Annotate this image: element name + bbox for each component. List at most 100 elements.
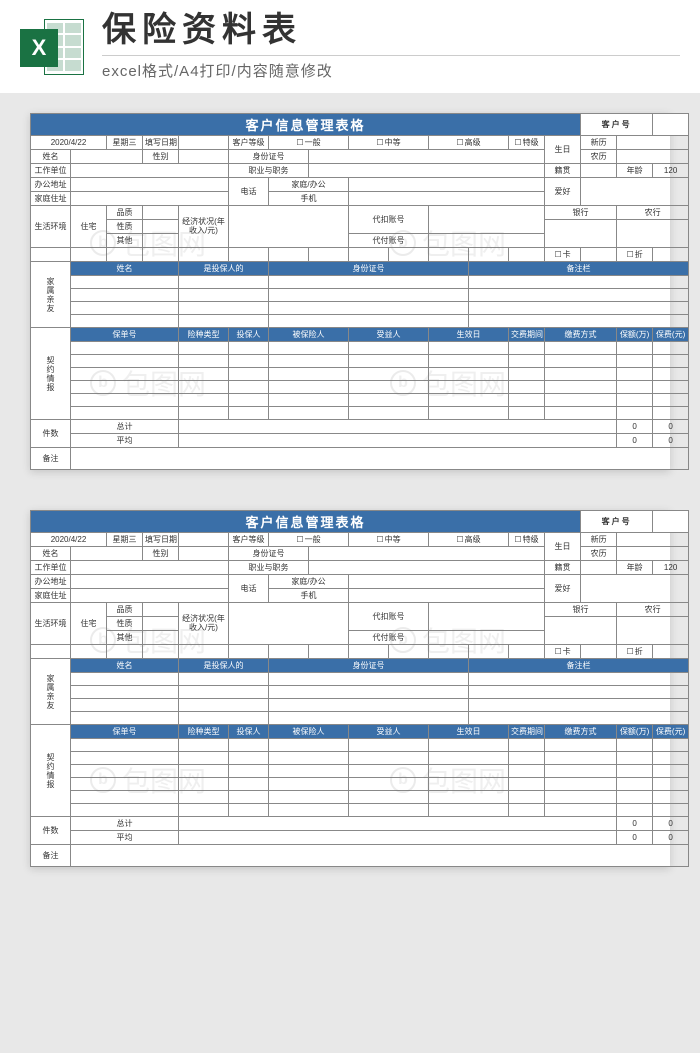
contract-c4: 被保险人: [269, 328, 349, 342]
count-label: 件数: [31, 420, 71, 448]
contract-row[interactable]: [31, 381, 689, 394]
weekday-value: 星期三: [107, 136, 143, 150]
contract-row[interactable]: [31, 355, 689, 368]
hobby-label: 爱好: [545, 178, 581, 206]
quality-value[interactable]: [143, 206, 179, 220]
id-label: 身份证号: [229, 150, 309, 164]
home-addr-value[interactable]: [71, 192, 229, 206]
contract-row[interactable]: [31, 368, 689, 381]
native-label: 籍贯: [545, 164, 581, 178]
family-row[interactable]: [31, 302, 689, 315]
family-row[interactable]: [31, 276, 689, 289]
life-env-label: 生活环境: [31, 206, 71, 248]
contract-c8: 缴费方式: [545, 328, 617, 342]
nature-label: 性质: [107, 220, 143, 234]
preview-stage: b包图网 b包图网 b包图网 b包图网 客户信息管理表格 客户号 2020/4/…: [0, 93, 700, 897]
remark-value[interactable]: [71, 448, 689, 470]
native-value[interactable]: [581, 164, 617, 178]
customer-no-value[interactable]: [653, 114, 689, 136]
office-addr-label: 办公地址: [31, 178, 71, 192]
family-row[interactable]: [31, 315, 689, 328]
level-1[interactable]: 一般: [269, 136, 349, 150]
work-unit-value[interactable]: [71, 164, 229, 178]
sheet-preview-1: b包图网 b包图网 b包图网 b包图网 客户信息管理表格 客户号 2020/4/…: [30, 113, 670, 470]
contract-c3: 投保人: [229, 328, 269, 342]
nonghang-value[interactable]: [617, 220, 689, 248]
page-title: 保险资料表: [102, 12, 680, 49]
bank-label: 银行: [545, 206, 617, 220]
total-amount: 0: [617, 420, 653, 434]
total-label: 总计: [71, 420, 179, 434]
birthday-label: 生日: [545, 136, 581, 164]
page-header: X 保险资料表 excel格式/A4打印/内容随意修改: [0, 0, 700, 93]
withhold-value[interactable]: [429, 206, 545, 234]
home-addr-label: 家庭住址: [31, 192, 71, 206]
form-title: 客户信息管理表格: [31, 114, 581, 136]
job-duty-label: 职业与职务: [229, 164, 309, 178]
house-label: 住宅: [71, 206, 107, 248]
solar-value[interactable]: [617, 136, 689, 150]
lunar-value[interactable]: [617, 150, 689, 164]
zhe-checkbox[interactable]: 折: [617, 248, 653, 262]
card-checkbox[interactable]: 卡: [545, 248, 581, 262]
level-2[interactable]: 中等: [349, 136, 429, 150]
lunar-label: 农历: [581, 150, 617, 164]
phone-label: 电话: [229, 178, 269, 206]
family-h2: 是投保人的: [179, 262, 269, 276]
work-unit-label: 工作单位: [31, 164, 71, 178]
family-h4: 备注栏: [469, 262, 689, 276]
family-h1: 姓名: [71, 262, 179, 276]
customer-no-label: 客户号: [581, 114, 653, 136]
contract-row[interactable]: [31, 407, 689, 420]
hobby-value[interactable]: [581, 178, 689, 206]
fill-date-value[interactable]: [179, 136, 229, 150]
contract-c9: 保额(万): [617, 328, 653, 342]
contract-c1: 保单号: [71, 328, 179, 342]
withhold-label: 代扣账号: [349, 206, 429, 234]
bank-value[interactable]: [545, 220, 617, 248]
other-label: 其他: [107, 234, 143, 248]
nonghang-label: 农行: [617, 206, 689, 220]
home-office-value[interactable]: [349, 178, 545, 192]
name-value[interactable]: [71, 150, 143, 164]
job-duty-value[interactable]: [309, 164, 545, 178]
form-table: 客户信息管理表格 客户号 2020/4/22 星期三 填写日期 客户等级 一般 …: [30, 113, 689, 470]
home-office-label: 家庭/办公: [269, 178, 349, 192]
level-4[interactable]: 特级: [509, 136, 545, 150]
contract-c5: 受益人: [349, 328, 429, 342]
pay-value[interactable]: [429, 234, 545, 248]
total-fee: 0: [653, 420, 689, 434]
level-3[interactable]: 高级: [429, 136, 509, 150]
page-subtitle: excel格式/A4打印/内容随意修改: [102, 55, 680, 81]
contract-row[interactable]: [31, 394, 689, 407]
family-section-label: 家属亲友: [31, 262, 71, 328]
family-row[interactable]: [31, 289, 689, 302]
name-label: 姓名: [31, 150, 71, 164]
sheet-preview-2: b包图网 b包图网 b包图网 b包图网 客户信息管理表格 客户号 2020/4/…: [30, 510, 670, 867]
contract-c7: 交费期间: [509, 328, 545, 342]
age-label: 年龄: [617, 164, 653, 178]
avg-amount: 0: [617, 434, 653, 448]
age-value: 120: [653, 164, 689, 178]
nature-value[interactable]: [143, 220, 179, 234]
contract-row[interactable]: [31, 342, 689, 355]
form-table: 客户信息管理表格 客户号 2020/4/22 星期三 填写日期 客户等级 一般 …: [30, 510, 689, 867]
fill-date-label: 填写日期: [143, 136, 179, 150]
excel-icon: X: [20, 15, 84, 79]
gender-value[interactable]: [179, 150, 229, 164]
remark-label: 备注: [31, 448, 71, 470]
family-h3: 身份证号: [269, 262, 469, 276]
economy-value[interactable]: [229, 206, 349, 248]
contract-c10: 保费(元): [653, 328, 689, 342]
mobile-label: 手机: [269, 192, 349, 206]
gender-label: 性别: [143, 150, 179, 164]
office-addr-value[interactable]: [71, 178, 229, 192]
contract-c2: 险种类型: [179, 328, 229, 342]
contract-c6: 生效日: [429, 328, 509, 342]
contract-section-label: 契约情报: [31, 328, 71, 420]
economy-label: 经济状况(年收入/元): [179, 206, 229, 248]
mobile-value[interactable]: [349, 192, 545, 206]
pay-label: 代付账号: [349, 234, 429, 248]
id-value[interactable]: [309, 150, 545, 164]
other-value[interactable]: [143, 234, 179, 248]
